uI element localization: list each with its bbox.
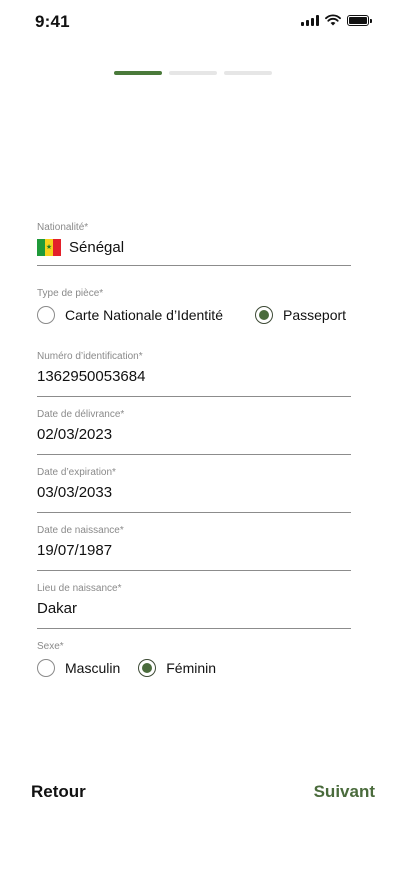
birth-date-label: Date de naissance* <box>37 525 124 536</box>
radio-checked-icon[interactable] <box>255 306 273 324</box>
birth-place-label: Lieu de naissance* <box>37 583 122 594</box>
id-number-value: 1362950053684 <box>37 368 146 385</box>
birth-place-value: Dakar <box>37 600 78 617</box>
progress-step-1 <box>114 71 162 75</box>
sex-option-female[interactable]: Féminin <box>138 659 216 677</box>
expiry-date-underline <box>37 512 351 513</box>
id-type-option-label: Passeport <box>283 307 347 323</box>
sex-field: Sexe* Masculin Féminin <box>37 641 351 677</box>
battery-icon <box>347 14 372 26</box>
id-number-field[interactable]: Numéro d’identification* 1362950053684 <box>37 351 351 397</box>
issue-date-underline <box>37 454 351 455</box>
nationality-field[interactable]: Nationalité* ★ Sénégal <box>37 222 351 266</box>
birth-date-field[interactable]: Date de naissance* 19/07/1987 <box>37 525 351 571</box>
back-button[interactable]: Retour <box>31 782 86 802</box>
sex-label: Sexe* <box>37 641 64 652</box>
birth-date-underline <box>37 570 351 571</box>
wifi-icon <box>325 14 341 26</box>
step-progress <box>114 71 272 75</box>
cellular-signal-icon <box>301 14 319 26</box>
senegal-flag-icon: ★ <box>37 239 61 256</box>
id-type-field: Type de pièce* Carte Nationale d’Identit… <box>37 288 351 324</box>
radio-unchecked-icon[interactable] <box>37 659 55 677</box>
id-type-option-label: Carte Nationale d’Identité <box>65 307 223 323</box>
sex-option-label: Masculin <box>65 660 121 676</box>
id-type-label: Type de pièce* <box>37 288 104 299</box>
nationality-value: Sénégal <box>69 239 125 256</box>
id-type-option-passport[interactable]: Passeport <box>255 306 346 324</box>
issue-date-field[interactable]: Date de délivrance* 02/03/2023 <box>37 409 351 455</box>
status-time: 9:41 <box>35 12 70 31</box>
radio-unchecked-icon[interactable] <box>37 306 55 324</box>
birth-place-field[interactable]: Lieu de naissance* Dakar <box>37 583 351 629</box>
sex-option-male[interactable]: Masculin <box>37 659 120 677</box>
birth-date-value: 19/07/1987 <box>37 542 113 559</box>
nationality-underline <box>37 265 351 266</box>
id-number-label: Numéro d’identification* <box>37 351 143 362</box>
sex-option-label: Féminin <box>166 660 217 676</box>
next-button[interactable]: Suivant <box>314 782 375 802</box>
status-bar: 9:41 <box>0 0 402 44</box>
id-number-underline <box>37 396 351 397</box>
status-icons <box>301 14 372 26</box>
nationality-label: Nationalité* <box>37 222 89 233</box>
issue-date-label: Date de délivrance* <box>37 409 125 420</box>
id-type-option-cni[interactable]: Carte Nationale d’Identité <box>37 306 223 324</box>
expiry-date-field[interactable]: Date d’expiration* 03/03/2033 <box>37 467 351 513</box>
progress-step-2 <box>169 71 217 75</box>
progress-step-3 <box>224 71 272 75</box>
radio-checked-icon[interactable] <box>138 659 157 677</box>
issue-date-value: 02/03/2023 <box>37 426 113 443</box>
birth-place-underline <box>37 628 351 629</box>
expiry-date-label: Date d’expiration* <box>37 467 116 478</box>
expiry-date-value: 03/03/2033 <box>37 484 113 501</box>
